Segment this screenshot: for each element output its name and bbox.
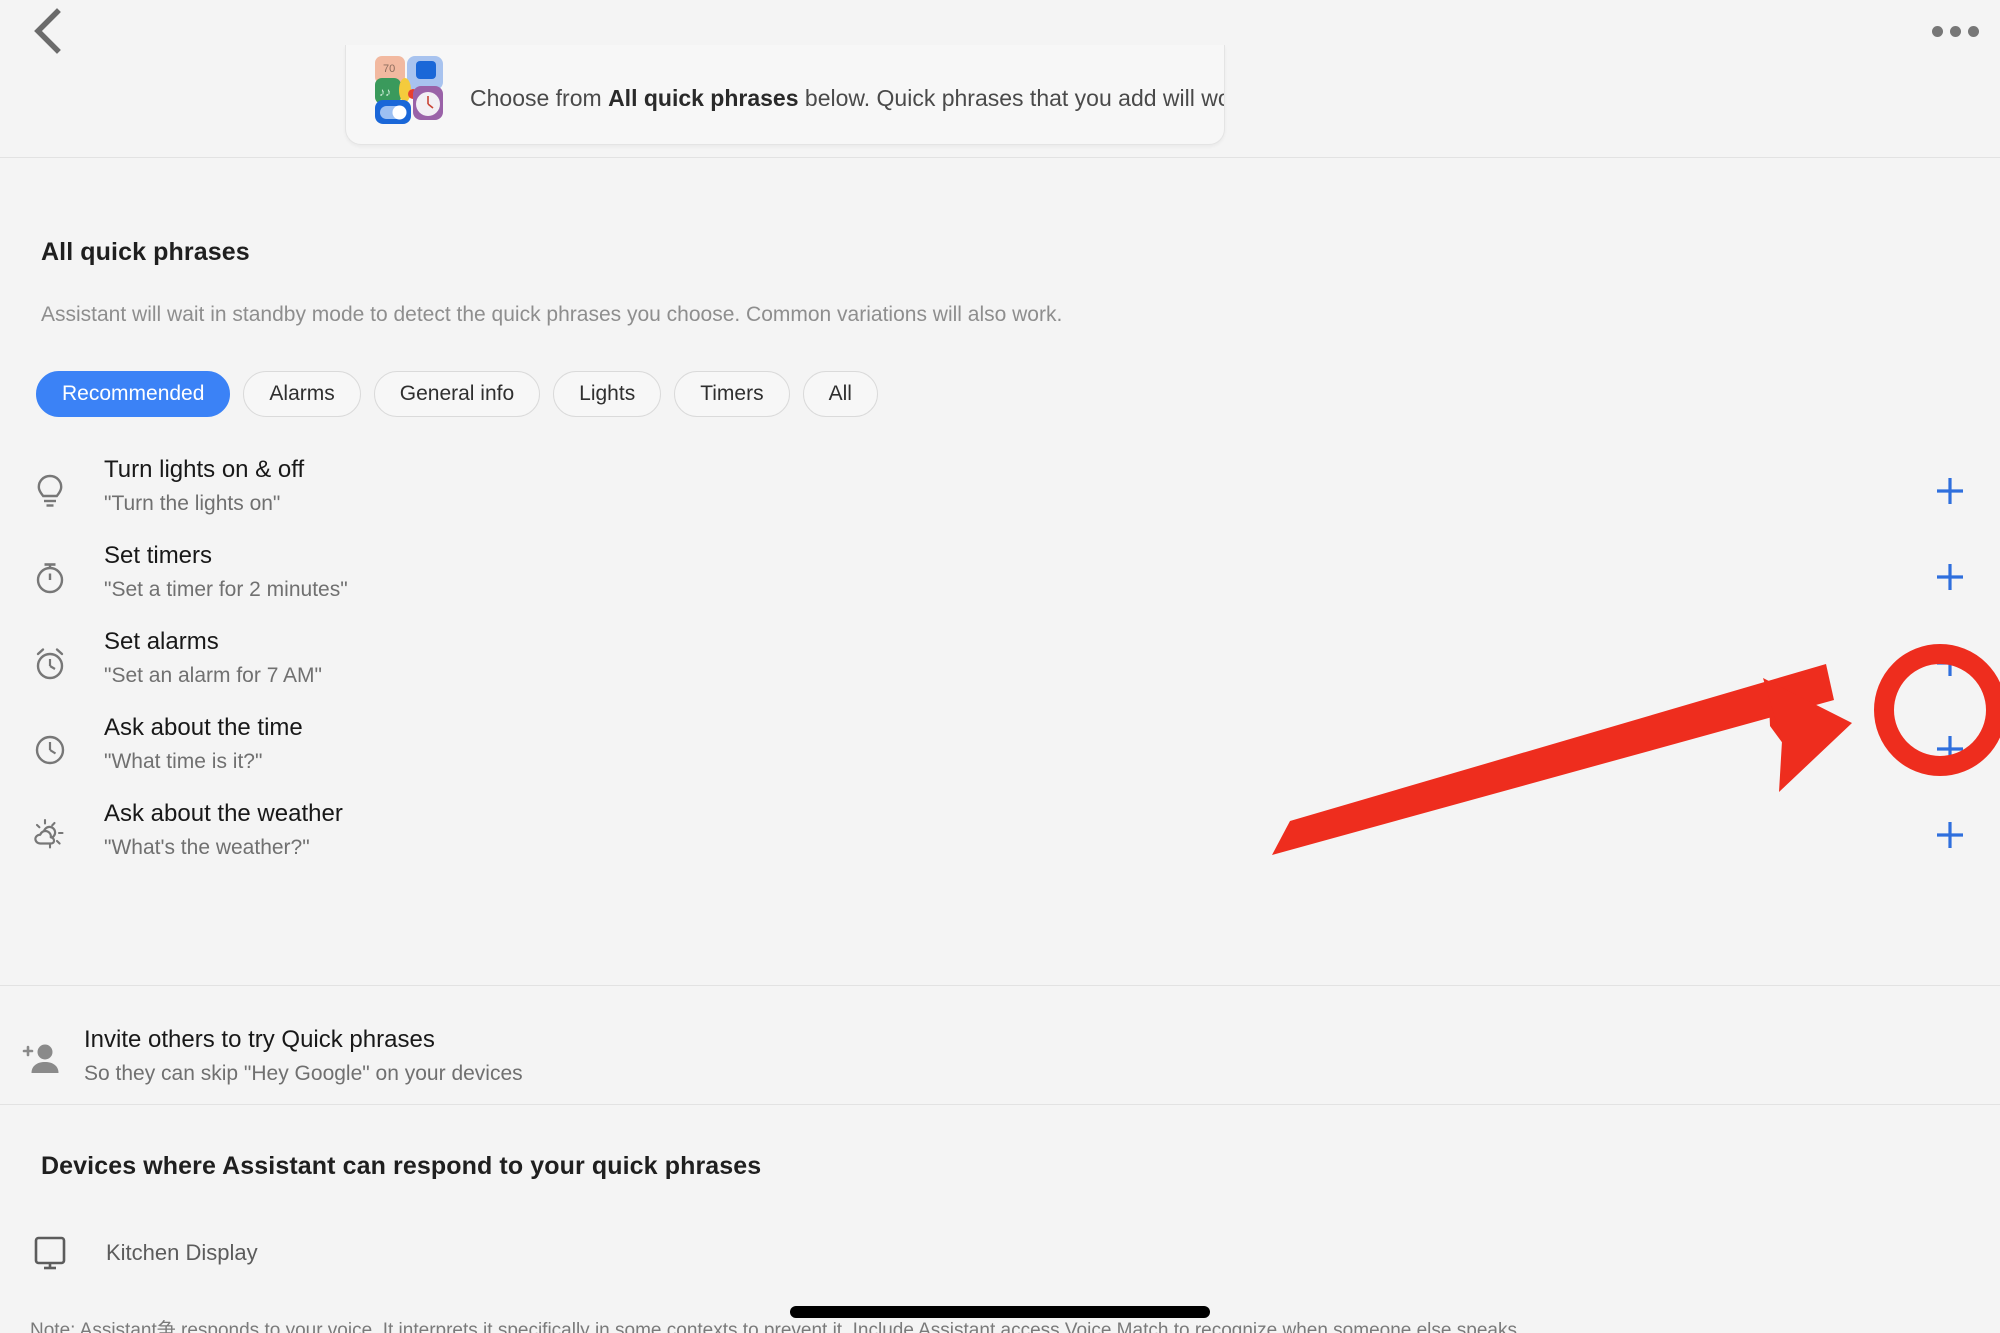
plus-icon bbox=[1937, 478, 1963, 504]
more-horizontal-icon bbox=[1949, 25, 1961, 37]
category-filter-chips: Recommended Alarms General info Lights T… bbox=[36, 371, 878, 417]
display-icon bbox=[30, 1233, 70, 1273]
phrase-example: "What's the weather?" bbox=[104, 836, 310, 859]
invite-title: Invite others to try Quick phrases bbox=[84, 1026, 435, 1053]
chip-lights[interactable]: Lights bbox=[553, 371, 662, 417]
phrase-row-set-timers[interactable]: Set timers "Set a timer for 2 minutes" bbox=[0, 534, 2000, 620]
quick-phrases-screen: 70 ♪♪ Choose from All quick phrases belo… bbox=[0, 0, 2000, 1333]
section-divider bbox=[0, 1104, 2000, 1105]
invite-subtitle: So they can skip "Hey Google" on your de… bbox=[84, 1062, 523, 1085]
phrase-title: Ask about the weather bbox=[104, 800, 343, 827]
person-add-icon bbox=[22, 1039, 62, 1079]
back-button[interactable] bbox=[16, 0, 78, 62]
intro-text-before: Choose from bbox=[470, 85, 609, 111]
chip-timers[interactable]: Timers bbox=[674, 371, 790, 417]
phrase-example: "Turn the lights on" bbox=[104, 492, 281, 515]
quick-phrases-collage-icon: 70 ♪♪ bbox=[375, 56, 443, 126]
footnote-text: Note: Assistant争 responds to your voice.… bbox=[30, 1320, 1523, 1333]
add-phrase-button-set-alarms[interactable] bbox=[1900, 631, 2000, 695]
intro-text-after: below. Quick phrases that you add will w… bbox=[804, 85, 1224, 111]
phrase-example: "What time is it?" bbox=[104, 750, 263, 773]
phrase-example: "Set a timer for 2 minutes" bbox=[104, 578, 348, 601]
phrase-row-ask-weather[interactable]: Ask about the weather "What's the weathe… bbox=[0, 792, 2000, 878]
add-phrase-button[interactable] bbox=[1900, 717, 2000, 781]
add-phrase-button[interactable] bbox=[1900, 545, 2000, 609]
device-label: Kitchen Display bbox=[106, 1240, 258, 1265]
section-divider bbox=[0, 985, 2000, 986]
chevron-left-icon bbox=[30, 7, 64, 55]
clock-icon bbox=[32, 731, 68, 767]
section-divider bbox=[0, 157, 2000, 158]
all-quick-phrases-title: All quick phrases bbox=[41, 238, 250, 266]
invite-others-row[interactable]: Invite others to try Quick phrases So th… bbox=[0, 1014, 2000, 1104]
chip-alarms[interactable]: Alarms bbox=[243, 371, 361, 417]
svg-text:♪♪: ♪♪ bbox=[379, 85, 391, 99]
phrase-row-set-alarms[interactable]: Set alarms "Set an alarm for 7 AM" bbox=[0, 620, 2000, 706]
device-row-kitchen-display[interactable]: Kitchen Display bbox=[0, 1218, 2000, 1288]
phrase-title: Turn lights on & off bbox=[104, 456, 305, 483]
intro-card-text: Choose from All quick phrases below. Qui… bbox=[470, 83, 1224, 113]
more-options-button[interactable] bbox=[1924, 0, 1986, 62]
phrase-title: Ask about the time bbox=[104, 714, 303, 741]
intro-card: 70 ♪♪ Choose from All quick phrases belo… bbox=[345, 45, 1225, 145]
devices-section-title: Devices where Assistant can respond to y… bbox=[41, 1152, 762, 1180]
phrase-title: Set timers bbox=[104, 542, 213, 569]
chip-recommended[interactable]: Recommended bbox=[36, 371, 231, 417]
more-horizontal-icon bbox=[1967, 25, 1979, 37]
plus-icon bbox=[1937, 564, 1963, 590]
alarm-clock-icon bbox=[32, 645, 68, 681]
plus-icon bbox=[1937, 736, 1963, 762]
chip-general-info[interactable]: General info bbox=[373, 371, 541, 417]
add-phrase-button[interactable] bbox=[1900, 459, 2000, 523]
all-quick-phrases-description: Assistant will wait in standby mode to d… bbox=[41, 303, 1063, 326]
phrase-row-turn-lights[interactable]: Turn lights on & off "Turn the lights on… bbox=[0, 448, 2000, 534]
more-horizontal-icon bbox=[1931, 25, 1943, 37]
svg-text:70: 70 bbox=[383, 63, 395, 75]
home-indicator bbox=[790, 1306, 1210, 1318]
chip-all[interactable]: All bbox=[802, 371, 878, 417]
plus-icon bbox=[1937, 822, 1963, 848]
intro-card-content: 70 ♪♪ Choose from All quick phrases belo… bbox=[346, 45, 1224, 144]
add-phrase-button[interactable] bbox=[1900, 803, 2000, 867]
phrase-title: Set alarms bbox=[104, 628, 219, 655]
timer-icon bbox=[32, 559, 68, 595]
intro-text-bold: All quick phrases bbox=[608, 85, 799, 111]
partly-cloudy-icon bbox=[32, 817, 68, 853]
plus-icon bbox=[1937, 650, 1963, 676]
lightbulb-icon bbox=[32, 473, 68, 509]
phrase-row-ask-time[interactable]: Ask about the time "What time is it?" bbox=[0, 706, 2000, 792]
phrase-example: "Set an alarm for 7 AM" bbox=[104, 664, 322, 687]
